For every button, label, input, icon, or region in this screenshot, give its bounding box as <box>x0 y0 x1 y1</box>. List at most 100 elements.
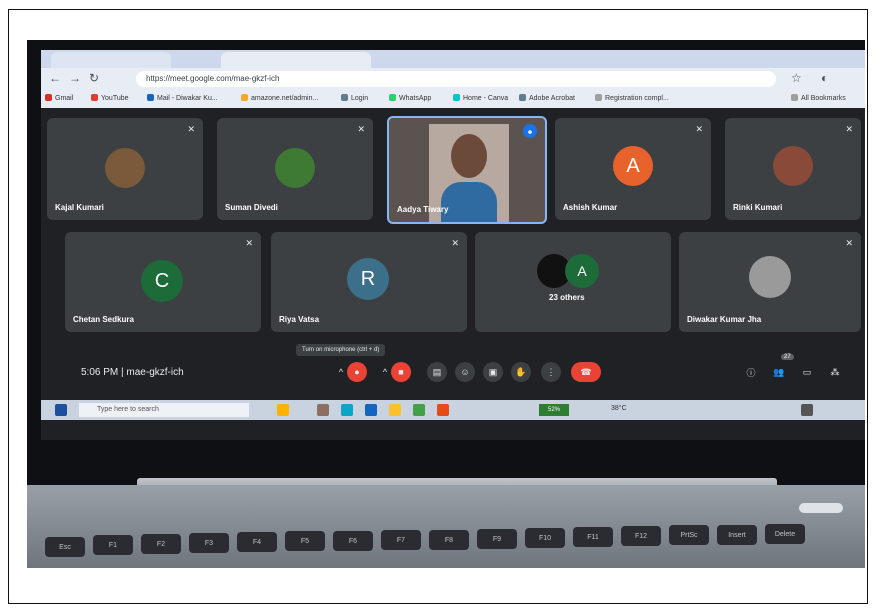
activities-icon[interactable]: ⁂ <box>825 362 845 382</box>
avatar <box>749 256 791 298</box>
app-icon[interactable] <box>437 404 449 416</box>
mail-icon[interactable] <box>365 404 377 416</box>
participant-name: Chetan Sedkura <box>73 315 134 324</box>
canva-icon <box>453 94 460 101</box>
bookmark-login[interactable]: Login <box>341 94 368 102</box>
participant-name: Rinki Kumari <box>733 203 783 212</box>
bookmark-registration[interactable]: Registration compl... <box>595 94 669 102</box>
chrome-icon[interactable] <box>413 404 425 416</box>
key: Delete <box>765 524 805 544</box>
notifications-icon[interactable] <box>801 404 813 416</box>
key: F6 <box>333 531 373 551</box>
forward-icon[interactable]: → <box>69 71 81 85</box>
emoji-button[interactable]: ☺ <box>455 362 475 382</box>
people-icon[interactable]: 👥 <box>769 362 789 382</box>
bookmark-canva[interactable]: Home - Canva <box>453 94 508 102</box>
raise-hand-button[interactable]: ✋ <box>511 362 531 382</box>
participant-name: Aadya Tiwary <box>397 205 449 214</box>
bookmark-whatsapp[interactable]: WhatsApp <box>389 94 431 102</box>
participant-name: Kajal Kumari <box>55 203 104 212</box>
file-explorer-icon[interactable] <box>317 404 329 416</box>
address-row: ← → ↻ https://meet.google.com/mae-gkzf-i… <box>41 68 865 90</box>
participant-name: Suman Divedi <box>225 203 278 212</box>
captions-button[interactable]: ▤ <box>427 362 447 382</box>
face <box>451 134 487 178</box>
reload-icon[interactable]: ↻ <box>89 71 99 85</box>
mic-off-icon: ✕ <box>245 238 253 248</box>
taskbar-search[interactable]: Type here to search <box>79 403 249 417</box>
audio-indicator-icon: ⦁ <box>523 124 537 138</box>
edge-icon[interactable] <box>341 404 353 416</box>
bookmark-amazone[interactable]: amazone.net/admin... <box>241 94 318 102</box>
meeting-time: 5:06 PM | mae-gkzf-ich <box>81 367 184 378</box>
key: F8 <box>429 530 469 550</box>
extensions-icon[interactable]: ◐ <box>821 71 828 85</box>
mic-off-icon: ✕ <box>845 124 853 134</box>
avatar <box>105 148 145 188</box>
avatar <box>773 146 813 186</box>
participant-tile[interactable]: A ✕ Ashish Kumar <box>555 118 711 220</box>
site-icon <box>241 94 248 101</box>
mic-off-icon: ✕ <box>845 238 853 248</box>
participant-count-badge: 27 <box>781 354 794 360</box>
browser-tab-active[interactable] <box>221 52 371 68</box>
key: F11 <box>573 527 613 547</box>
tab-strip <box>41 50 865 68</box>
mic-off-icon: ✕ <box>357 124 365 134</box>
mic-button[interactable]: ● <box>347 362 367 382</box>
folder-icon[interactable] <box>389 404 401 416</box>
bookmark-all[interactable]: All Bookmarks <box>791 94 846 102</box>
key: F12 <box>621 526 661 546</box>
mail-icon <box>147 94 154 101</box>
info-icon[interactable]: ⓘ <box>741 362 761 382</box>
windows-start-icon[interactable] <box>55 404 67 416</box>
globe-icon <box>519 94 526 101</box>
bookmark-acrobat[interactable]: Adobe Acrobat <box>519 94 575 102</box>
star-icon[interactable]: ☆ <box>791 71 802 85</box>
key: Insert <box>717 525 757 545</box>
others-tile[interactable]: A 23 others <box>475 232 671 332</box>
laptop-screen: ← → ↻ https://meet.google.com/mae-gkzf-i… <box>41 50 865 440</box>
chat-icon[interactable]: ▭ <box>797 362 817 382</box>
hang-up-button[interactable]: ☎ <box>571 362 601 382</box>
key: F9 <box>477 529 517 549</box>
participant-tile[interactable]: ✕ Suman Divedi <box>217 118 373 220</box>
others-count: 23 others <box>549 293 585 302</box>
key: PrtSc <box>669 525 709 545</box>
avatar <box>275 148 315 188</box>
key: F2 <box>141 534 181 554</box>
participant-tile-speaking[interactable]: ⦁ Aadya Tiwary <box>387 116 547 224</box>
avatar: C <box>141 260 183 302</box>
key: Esc <box>45 537 85 557</box>
bookmark-youtube[interactable]: YouTube <box>91 94 129 102</box>
gmail-icon <box>45 94 52 101</box>
bookmark-mail[interactable]: Mail - Diwakar Ku... <box>147 94 218 102</box>
participant-tile[interactable]: ✕ Diwakar Kumar Jha <box>679 232 861 332</box>
bookmark-gmail[interactable]: Gmail <box>45 94 73 102</box>
meet-controls-bar: 5:06 PM | mae-gkzf-ich Turn on microphon… <box>41 344 865 400</box>
weather-temp: 38°C <box>611 405 627 412</box>
participant-tile[interactable]: R ✕ Riya Vatsa <box>271 232 467 332</box>
laptop-photo: ← → ↻ https://meet.google.com/mae-gkzf-i… <box>27 40 865 568</box>
key: F7 <box>381 530 421 550</box>
participant-tile[interactable]: ✕ Rinki Kumari <box>725 118 861 220</box>
power-button <box>799 503 843 513</box>
present-button[interactable]: ▣ <box>483 362 503 382</box>
battery-indicator: 52% <box>539 404 569 416</box>
avatar: A <box>613 146 653 186</box>
participant-tile[interactable]: ✕ Kajal Kumari <box>47 118 203 220</box>
laptop-bezel: ← → ↻ https://meet.google.com/mae-gkzf-i… <box>27 40 865 485</box>
shirt <box>441 182 497 222</box>
url-bar[interactable]: https://meet.google.com/mae-gkzf-ich <box>136 71 776 87</box>
back-icon[interactable]: ← <box>49 71 61 85</box>
browser-tab[interactable] <box>51 52 171 68</box>
windows-taskbar: Type here to search 52% 38°C <box>41 400 865 420</box>
mic-off-icon: ✕ <box>451 238 459 248</box>
more-options-button[interactable]: ⋮ <box>541 362 561 382</box>
participant-name: Ashish Kumar <box>563 203 618 212</box>
participant-tile[interactable]: C ✕ Chetan Sedkura <box>65 232 261 332</box>
globe-icon <box>341 94 348 101</box>
keyboard: Esc F1 F2 F3 F4 F5 F6 F7 F8 F9 F10 F11 F… <box>27 485 865 568</box>
weather-icon[interactable] <box>277 404 289 416</box>
camera-button[interactable]: ■ <box>391 362 411 382</box>
